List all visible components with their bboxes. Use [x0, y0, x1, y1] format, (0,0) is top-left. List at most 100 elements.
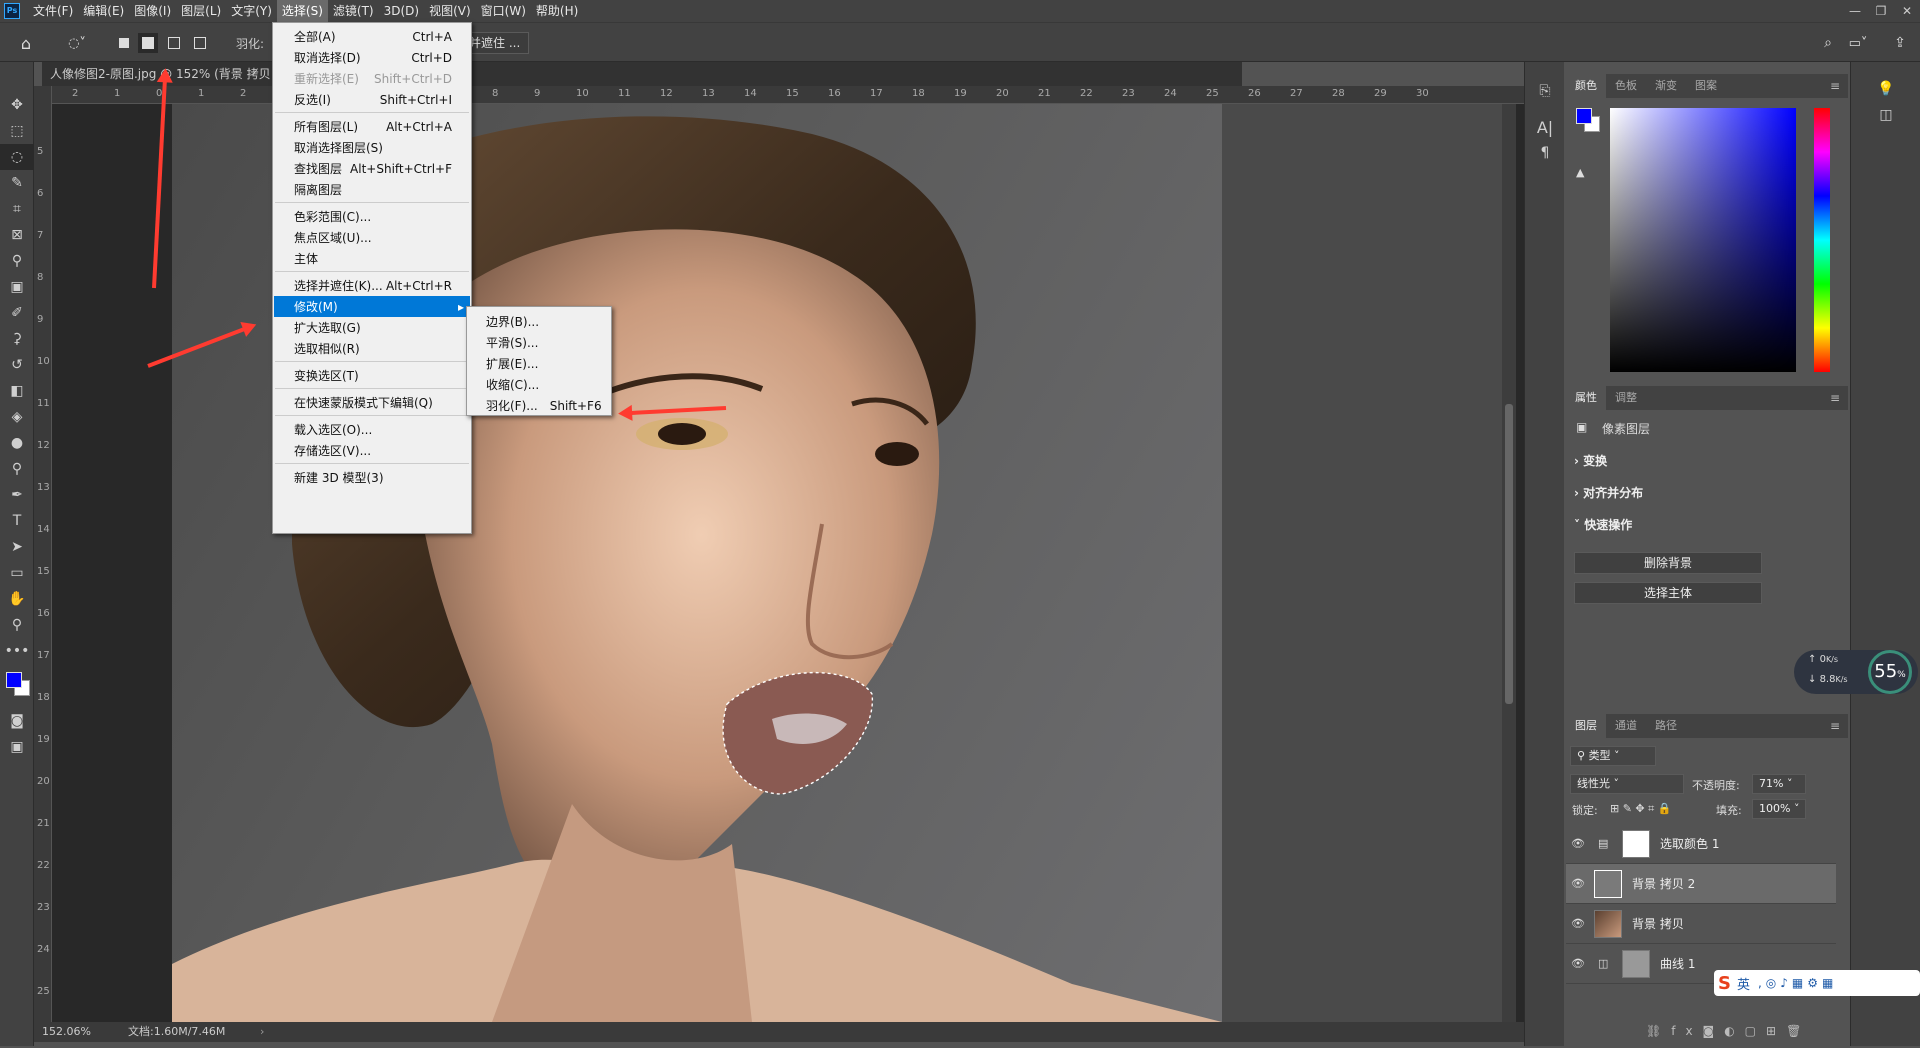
- layer-action-icons[interactable]: ⛓fx◙◐▢⊞🗑: [1646, 1024, 1811, 1038]
- hue-slider[interactable]: [1814, 108, 1830, 372]
- tab-adjustments[interactable]: 调整: [1606, 386, 1646, 410]
- fill-field[interactable]: 100% ˅: [1752, 799, 1806, 819]
- type-tool-icon[interactable]: T: [0, 508, 34, 534]
- tab-gradients[interactable]: 渐变: [1646, 74, 1686, 98]
- select-menu-item[interactable]: 在快速蒙版模式下编辑(Q): [274, 392, 470, 413]
- tab-paths[interactable]: 路径: [1646, 714, 1686, 738]
- layer-row[interactable]: 👁 背景 拷贝: [1566, 904, 1836, 944]
- workspace-icon[interactable]: ▭˅: [1848, 33, 1868, 53]
- healing-brush-tool-icon[interactable]: ▣: [0, 274, 34, 300]
- ime-toolbar[interactable]: S 英 ,◎♪▦⚙▦: [1714, 970, 1920, 996]
- visibility-eye-icon[interactable]: 👁: [1566, 837, 1590, 850]
- vertical-scroll-thumb[interactable]: [1505, 404, 1513, 704]
- pen-tool-icon[interactable]: ✒: [0, 482, 34, 508]
- select-menu-item[interactable]: 全部(A) Ctrl+A: [274, 26, 470, 47]
- zoom-level[interactable]: 152.06%: [42, 1022, 91, 1042]
- color-field[interactable]: [1610, 108, 1796, 372]
- menu-layer[interactable]: 图层(L): [176, 0, 226, 22]
- select-menu-item[interactable]: 选取相似(R): [274, 338, 470, 359]
- add-to-selection-icon[interactable]: [138, 33, 158, 53]
- tab-properties[interactable]: 属性: [1566, 386, 1606, 410]
- visibility-eye-icon[interactable]: 👁: [1566, 877, 1590, 890]
- paint-bucket-tool-icon[interactable]: ◈: [0, 404, 34, 430]
- status-arrow-icon[interactable]: ›: [260, 1022, 264, 1042]
- select-menu-item[interactable]: 修改(M) ▸: [274, 296, 470, 317]
- menu-window[interactable]: 窗口(W): [476, 0, 531, 22]
- modify-submenu-item[interactable]: 扩展(E)...: [468, 353, 610, 374]
- color-fg-swatch[interactable]: [1576, 108, 1592, 124]
- select-subject-button[interactable]: 选择主体: [1574, 582, 1762, 604]
- close-button[interactable]: ✕: [1894, 4, 1920, 18]
- tab-swatches[interactable]: 色板: [1606, 74, 1646, 98]
- modify-submenu-item[interactable]: 平滑(S)...: [468, 332, 610, 353]
- select-menu-item[interactable]: 色彩范围(C)...: [274, 206, 470, 227]
- remove-background-button[interactable]: 删除背景: [1574, 552, 1762, 574]
- new-selection-icon[interactable]: [114, 33, 134, 53]
- lock-icons[interactable]: ⊞ ✎ ✥ ⌗ 🔒: [1610, 802, 1672, 816]
- properties-menu-icon[interactable]: ≡: [1830, 391, 1840, 405]
- color-swatches[interactable]: [0, 664, 34, 708]
- lasso-preset-icon[interactable]: ◌˅: [60, 33, 94, 53]
- menu-3d[interactable]: 3D(D): [379, 0, 424, 22]
- clone-stamp-tool-icon[interactable]: ⚳: [0, 326, 34, 352]
- blur-tool-icon[interactable]: ●: [0, 430, 34, 456]
- subtract-selection-icon[interactable]: [164, 33, 184, 53]
- hand-tool-icon[interactable]: ✋: [0, 586, 34, 612]
- lasso-tool-icon[interactable]: ◌: [0, 144, 34, 170]
- select-menu-item[interactable]: 反选(I) Shift+Ctrl+I: [274, 89, 470, 110]
- select-menu-item[interactable]: 载入选区(O)...: [274, 419, 470, 440]
- crop-tool-icon[interactable]: ⌗: [0, 196, 34, 222]
- select-menu-item[interactable]: 新建 3D 模型(3): [274, 467, 470, 488]
- select-menu-item[interactable]: 变换选区(T): [274, 365, 470, 386]
- menu-filter[interactable]: 滤镜(T): [328, 0, 379, 22]
- ime-tool-icons[interactable]: ,◎♪▦⚙▦: [1758, 976, 1837, 990]
- rectangle-tool-icon[interactable]: ▭: [0, 560, 34, 586]
- blend-mode-select[interactable]: 线性光 ˅: [1570, 774, 1684, 794]
- layer-row-selected[interactable]: 👁 背景 拷贝 2: [1566, 864, 1836, 904]
- panel-menu-icon[interactable]: ≡: [1830, 79, 1840, 93]
- document-tab[interactable]: 人像修图2-原图.jpg @ 152% (背景 拷贝 2,: [42, 62, 1242, 86]
- modify-submenu-item[interactable]: 收缩(C)...: [468, 374, 610, 395]
- foreground-color-swatch[interactable]: [6, 672, 22, 688]
- home-icon[interactable]: ⌂: [16, 33, 36, 53]
- eraser-tool-icon[interactable]: ◧: [0, 378, 34, 404]
- menu-select[interactable]: 选择(S): [276, 0, 328, 22]
- intersect-selection-icon[interactable]: [190, 33, 210, 53]
- opacity-field[interactable]: 71% ˅: [1752, 774, 1806, 794]
- paragraph-panel-icon[interactable]: ¶: [1525, 140, 1565, 166]
- search-icon[interactable]: ⌕: [1818, 33, 1838, 53]
- select-menu-item[interactable]: 扩大选取(G): [274, 317, 470, 338]
- learn-icon[interactable]: 💡: [1851, 76, 1920, 102]
- frame-tool-icon[interactable]: ⊠: [0, 222, 34, 248]
- select-menu-item[interactable]: 主体: [274, 248, 470, 269]
- layers-menu-icon[interactable]: ≡: [1830, 719, 1840, 733]
- character-panel-icon[interactable]: A|: [1525, 114, 1565, 140]
- menu-help[interactable]: 帮助(H): [531, 0, 583, 22]
- quick-mask-icon[interactable]: ◙: [0, 708, 34, 734]
- select-menu-item[interactable]: 重新选择(E) Shift+Ctrl+D: [274, 68, 470, 89]
- history-brush-tool-icon[interactable]: ↺: [0, 352, 34, 378]
- tab-patterns[interactable]: 图案: [1686, 74, 1726, 98]
- section-transform[interactable]: › 变换: [1574, 452, 1607, 469]
- dodge-tool-icon[interactable]: ⚲: [0, 456, 34, 482]
- vertical-scrollbar[interactable]: [1502, 104, 1516, 1022]
- select-menu-item[interactable]: 焦点区域(U)...: [274, 227, 470, 248]
- visibility-eye-icon[interactable]: 👁: [1566, 957, 1590, 970]
- section-quick-actions[interactable]: ˅ 快速操作: [1574, 516, 1632, 533]
- tab-channels[interactable]: 通道: [1606, 714, 1646, 738]
- marquee-tool-icon[interactable]: ⬚: [0, 118, 34, 144]
- menu-image[interactable]: 图像(I): [129, 0, 176, 22]
- quick-select-tool-icon[interactable]: ✎: [0, 170, 34, 196]
- select-menu-item[interactable]: 所有图层(L) Alt+Ctrl+A: [274, 116, 470, 137]
- share-icon[interactable]: ⇪: [1890, 33, 1910, 53]
- screen-mode-icon[interactable]: ▣: [0, 734, 34, 760]
- select-menu-item[interactable]: 取消选择(D) Ctrl+D: [274, 47, 470, 68]
- tab-color[interactable]: 颜色: [1566, 74, 1606, 98]
- minimize-button[interactable]: —: [1842, 4, 1868, 18]
- libraries-icon[interactable]: ◫: [1851, 102, 1920, 128]
- move-tool-icon[interactable]: ✥: [0, 92, 34, 118]
- select-menu-item[interactable]: 查找图层 Alt+Shift+Ctrl+F: [274, 158, 470, 179]
- section-align[interactable]: › 对齐并分布: [1574, 484, 1643, 501]
- ime-language-label[interactable]: 英: [1737, 974, 1750, 993]
- layer-row[interactable]: 👁 ▤ 选取颜色 1: [1566, 824, 1836, 864]
